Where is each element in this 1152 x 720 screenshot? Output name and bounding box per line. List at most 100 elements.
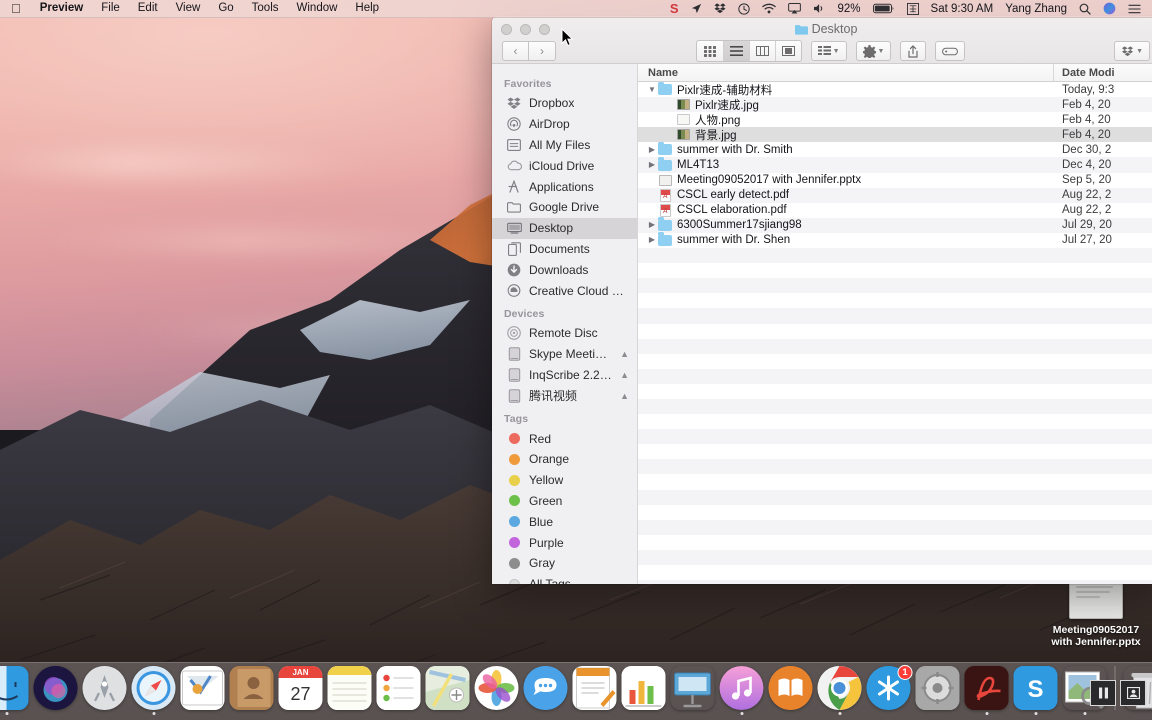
dock-item-siri[interactable] <box>33 666 79 715</box>
dock-item-notes[interactable] <box>327 666 373 715</box>
list-view-button[interactable] <box>722 41 749 61</box>
finder-titlebar[interactable]: Desktop ‹ › ▼ ▼ ▼ <box>492 16 1152 64</box>
tags-button[interactable] <box>935 41 966 61</box>
sidebar-item-inqscribe[interactable]: InqScribe 2.2.4... ▲ <box>492 365 637 386</box>
sidebar-item-remote-disc[interactable]: Remote Disc <box>492 323 637 344</box>
battery-icon[interactable] <box>867 0 901 17</box>
screen-recording-controls[interactable] <box>1090 680 1146 706</box>
apple-logo-icon[interactable]:  <box>0 0 31 17</box>
volume-icon[interactable] <box>807 0 832 17</box>
action-gear-button[interactable]: ▼ <box>855 41 892 61</box>
dock[interactable]: JAN 27 1 S <box>0 662 1152 720</box>
dock-item-maps[interactable] <box>425 666 471 715</box>
menu-item-window[interactable]: Window <box>288 0 347 17</box>
sidebar-tag-yellow[interactable]: Yellow <box>492 470 637 491</box>
column-header-date-modified[interactable]: Date Modi <box>1054 64 1152 81</box>
dock-item-launchpad[interactable] <box>82 666 128 715</box>
menu-item-edit[interactable]: Edit <box>129 0 167 17</box>
menu-item-go[interactable]: Go <box>209 0 242 17</box>
file-list-pane[interactable]: Name Date Modi ▼ Pixlr速成-辅助材料 Today, 9:3 Pi… <box>638 64 1152 584</box>
desktop-file-icon[interactable]: Meeting09052017 with Jennifer.pptx <box>1046 575 1146 648</box>
finder-window[interactable]: Desktop ‹ › ▼ ▼ ▼ Favorites Dropbox AirD… <box>492 16 1152 584</box>
wifi-icon[interactable] <box>756 0 782 17</box>
sidebar-item-airdrop[interactable]: AirDrop <box>492 114 637 135</box>
menu-bar-clock[interactable]: Sat 9:30 AM <box>925 0 1000 17</box>
forward-button[interactable]: › <box>529 41 556 61</box>
disclosure-triangle-open-icon[interactable]: ▼ <box>646 85 658 94</box>
sidebar-tag-purple[interactable]: Purple <box>492 532 637 553</box>
dock-item-app-store[interactable]: 1 <box>866 665 913 715</box>
input-method-icon[interactable] <box>901 0 925 17</box>
dock-item-ibooks[interactable] <box>768 666 814 715</box>
table-row[interactable]: ▶ summer with Dr. Smith Dec 30, 2 <box>638 141 1152 157</box>
menu-item-file[interactable]: File <box>92 0 129 17</box>
sidebar-tag-blue[interactable]: Blue <box>492 511 637 532</box>
menu-item-tools[interactable]: Tools <box>243 0 288 17</box>
table-row[interactable]: ▶ 6300Summer17sjiang98 Jul 29, 20 <box>638 217 1152 233</box>
eject-icon[interactable]: ▲ <box>620 349 629 359</box>
sidebar-tag-all-tags[interactable]: All Tags... <box>492 574 637 584</box>
sidebar-item-downloads[interactable]: Downloads <box>492 259 637 280</box>
dock-item-finder[interactable] <box>0 666 30 715</box>
dock-item-contacts[interactable] <box>229 666 275 715</box>
table-row[interactable]: ▶ ML4T13 Dec 4, 20 <box>638 157 1152 173</box>
icon-view-button[interactable] <box>697 41 723 61</box>
sidebar-item-skype-meeting[interactable]: Skype Meeting... ▲ <box>492 344 637 365</box>
table-row[interactable]: Meeting09052017 with Jennifer.pptx Sep 5,… <box>638 173 1152 188</box>
table-row[interactable]: ▶ summer with Dr. Shen Jul 27, 20 <box>638 232 1152 248</box>
table-row[interactable]: CSCL early detect.pdf Aug 22, 2 <box>638 187 1152 203</box>
column-view-button[interactable] <box>748 41 775 61</box>
table-row[interactable]: Pixlr速成.jpg Feb 4, 20 <box>638 97 1152 113</box>
sidebar-item-icloud-drive[interactable]: iCloud Drive <box>492 155 637 176</box>
table-row[interactable]: CSCL elaboration.pdf Aug 22, 2 <box>638 203 1152 218</box>
eject-icon[interactable]: ▲ <box>620 391 629 401</box>
location-arrow-icon[interactable] <box>685 0 708 17</box>
skype-status-icon[interactable]: S <box>664 0 685 17</box>
dock-item-pages[interactable] <box>572 666 618 715</box>
dock-item-mail[interactable] <box>180 666 226 715</box>
table-row[interactable]: ▼ Pixlr速成-辅助材料 Today, 9:3 <box>638 82 1152 97</box>
sidebar-item-applications[interactable]: Applications <box>492 176 637 197</box>
airplay-icon[interactable] <box>782 0 807 17</box>
eject-icon[interactable]: ▲ <box>620 370 629 380</box>
disclosure-triangle-closed-icon[interactable]: ▶ <box>646 161 658 169</box>
table-row[interactable]: 人物.png Feb 4, 20 <box>638 112 1152 127</box>
dock-item-calendar[interactable]: JAN 27 <box>278 666 324 715</box>
group-by-button[interactable]: ▼ <box>810 41 847 61</box>
sidebar-item-desktop[interactable]: Desktop <box>492 217 637 239</box>
sidebar-item-dropbox[interactable]: Dropbox <box>492 93 637 114</box>
dock-item-google-chrome[interactable] <box>817 666 863 715</box>
dropbox-button[interactable]: ▼ <box>1114 41 1150 61</box>
disclosure-triangle-closed-icon[interactable]: ▶ <box>646 221 658 229</box>
dock-item-adobe-acrobat[interactable] <box>964 666 1010 715</box>
sidebar-item-creative-cloud-files[interactable]: Creative Cloud Files <box>492 280 637 301</box>
dock-item-messages[interactable] <box>523 666 569 715</box>
dropbox-icon[interactable] <box>708 0 732 17</box>
dock-item-keynote[interactable] <box>670 666 716 715</box>
dock-item-photos[interactable] <box>474 666 520 715</box>
menu-bar-username[interactable]: Yang Zhang <box>999 0 1073 17</box>
sidebar-tag-gray[interactable]: Gray <box>492 553 637 574</box>
pause-icon[interactable] <box>1090 680 1116 706</box>
menu-item-help[interactable]: Help <box>346 0 388 17</box>
sidebar-item-documents[interactable]: Documents <box>492 239 637 260</box>
time-machine-icon[interactable] <box>732 0 756 17</box>
disclosure-triangle-closed-icon[interactable]: ▶ <box>646 145 658 154</box>
dock-item-numbers[interactable] <box>621 666 667 715</box>
disclosure-triangle-closed-icon[interactable]: ▶ <box>646 236 658 244</box>
dock-item-system-preferences[interactable] <box>915 666 961 715</box>
dock-item-skype[interactable]: S <box>1013 666 1059 715</box>
dock-item-safari[interactable] <box>131 666 177 715</box>
dock-item-reminders[interactable] <box>376 666 422 715</box>
gallery-view-button[interactable] <box>774 41 801 61</box>
column-header-name[interactable]: Name <box>638 64 1054 81</box>
dock-item-itunes[interactable] <box>719 666 765 715</box>
back-button[interactable]: ‹ <box>502 41 529 61</box>
sidebar-item-tencent-video[interactable]: 腾讯视频 ▲ <box>492 385 637 406</box>
sidebar-tag-orange[interactable]: Orange <box>492 449 637 470</box>
finder-sidebar[interactable]: Favorites Dropbox AirDrop All My Files i… <box>492 64 638 584</box>
menu-app-name[interactable]: Preview <box>31 0 92 17</box>
share-button[interactable] <box>900 41 927 61</box>
sidebar-item-google-drive[interactable]: Google Drive <box>492 197 637 218</box>
menu-item-view[interactable]: View <box>167 0 210 17</box>
